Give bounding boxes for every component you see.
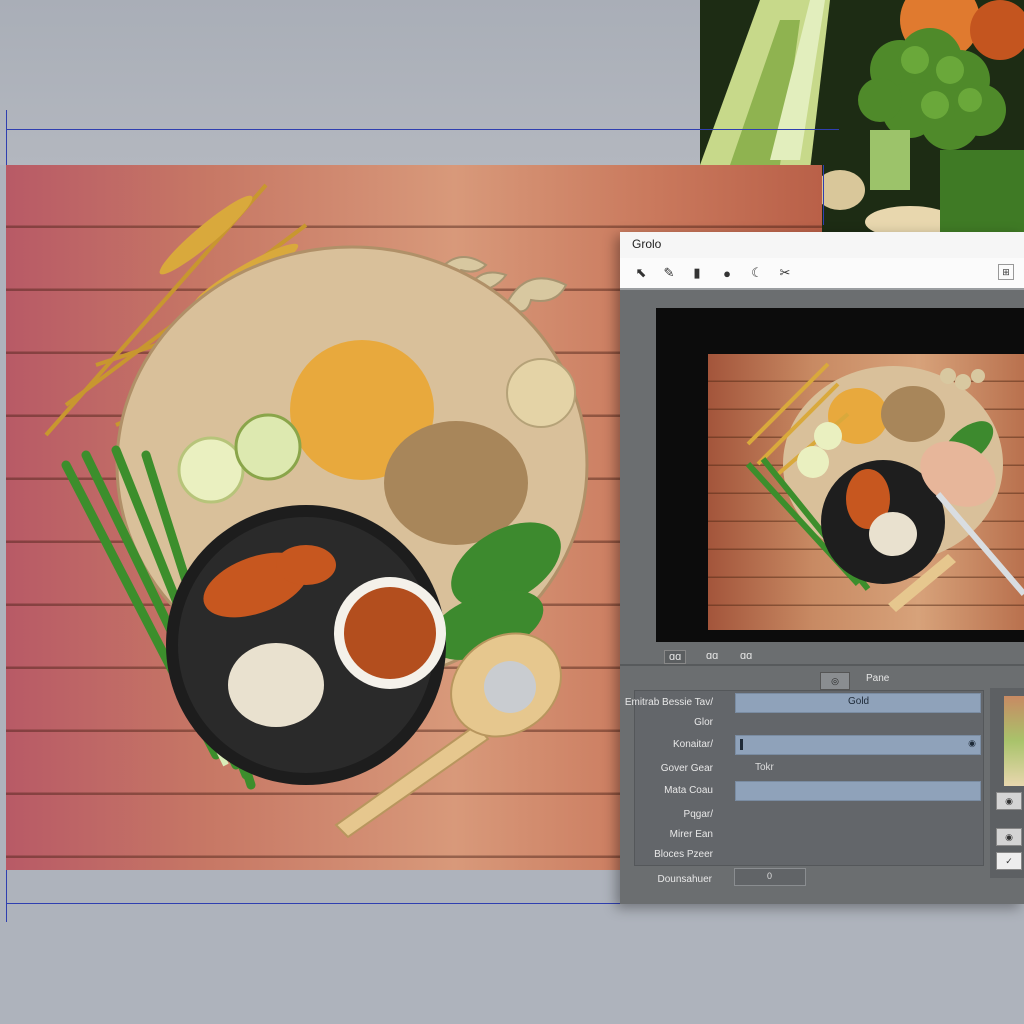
canvas-image [708,354,1024,630]
prop-value: Gold [848,696,870,707]
guide-line-veg [823,165,824,225]
prop-label: Mata Coau [664,785,713,796]
prop-label: Emitrab Bessie Tav/ [624,697,713,708]
moon-icon[interactable]: ☾ [748,264,766,282]
thumb-button-icon[interactable]: ◉ [996,792,1022,810]
layer-icon[interactable]: ▮ [688,264,706,282]
canvas-status-size: ɑɑ [706,650,719,662]
toolbar: ⬉ ✎ ▮ ● ☾ ✂ ⊞ [620,258,1024,290]
footer-value: 0 [767,871,773,881]
canvas-status-zoom: ɑɑ [664,650,687,664]
panel-tab[interactable]: Pane [866,673,889,684]
prop-value: Tokr [755,762,774,773]
guide-line-bottom [6,903,654,904]
prop-field[interactable]: Tokr [735,759,795,777]
footer-field[interactable]: 0 [734,868,806,886]
prop-label: Gover Gear [660,763,713,774]
prop-label: Glor [694,717,713,728]
editor-canvas[interactable] [656,308,1024,642]
prop-label: Pqgar/ [683,809,713,820]
thumbnail-column: ◉ ◉ ✓ [990,688,1024,878]
window-title: Grolo [632,237,662,251]
title-bar: Grolo [620,232,1024,259]
prop-dropdown-icon[interactable]: ◉ [968,738,976,749]
prop-field[interactable]: ◉ [735,735,981,755]
properties-panel: Emitrab Bessie Tav/ Gold Glor Konaitar/ … [625,690,984,866]
prop-label: Konaitar/ [672,739,713,750]
thumb-button-icon[interactable]: ✓ [996,852,1022,870]
canvas-status-mode: ɑɑ [740,650,753,662]
prop-slider-knob [740,739,743,750]
guide-line-top [6,129,839,130]
settings-icon[interactable]: ⊞ [998,264,1014,280]
crop-icon[interactable]: ✂ [776,264,794,282]
panel-tab-icon[interactable]: ◎ [820,672,850,690]
footer-label: Dounsahuer [657,874,712,885]
photo-editor-window: Grolo ⬉ ✎ ▮ ● ☾ ✂ ⊞ ɑɑ ɑɑ ɑɑ ◎ Pane Emit… [620,232,1024,904]
brush-icon[interactable]: ✎ [660,264,678,282]
prop-label: Mirer Ean [669,829,713,840]
prop-field[interactable] [735,781,981,801]
prop-field[interactable]: Gold [735,693,981,713]
panel-separator [620,664,1024,666]
circle-icon[interactable]: ● [718,264,736,282]
prop-label: Bloces Pzeer [654,849,713,860]
thumb-button-icon[interactable]: ◉ [996,828,1022,846]
thumbnail-preview[interactable] [1004,696,1024,786]
pointer-icon[interactable]: ⬉ [632,264,650,282]
